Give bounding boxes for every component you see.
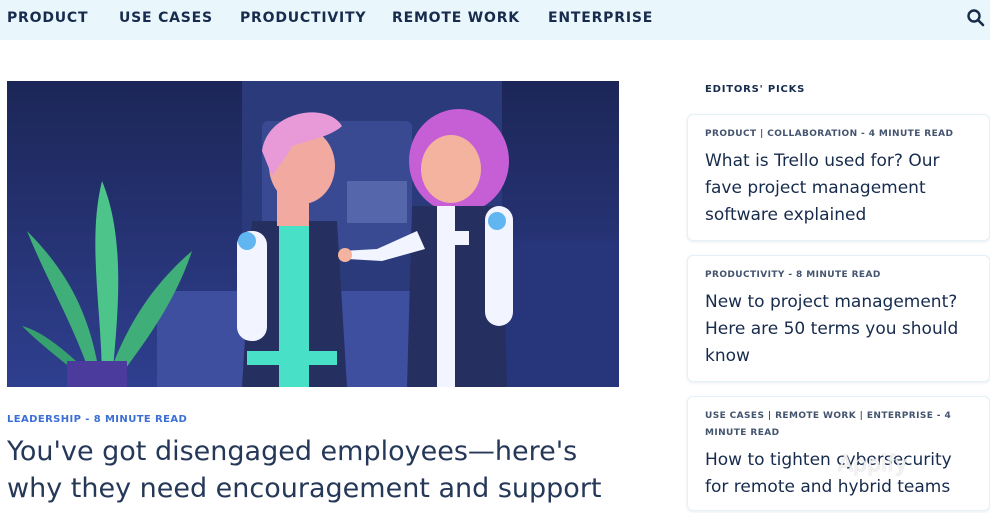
watermark-logo: Appify xyxy=(838,452,908,477)
card-category: USE CASES | REMOTE WORK | ENTERPRISE - 4… xyxy=(705,411,952,438)
nav-enterprise[interactable]: ENTERPRISE xyxy=(548,10,653,26)
nav-product[interactable]: PRODUCT xyxy=(7,10,88,26)
top-nav: PRODUCT USE CASES PRODUCTIVITY REMOTE WO… xyxy=(0,0,990,40)
feature-category: LEADERSHIP - 8 MINUTE READ xyxy=(7,414,188,425)
nav-remote-work[interactable]: REMOTE WORK xyxy=(392,10,520,26)
illustration-coworkers xyxy=(7,81,619,387)
editors-pick-card[interactable]: PRODUCTIVITY - 8 MINUTE READ New to proj… xyxy=(687,255,990,382)
card-title[interactable]: What is Trello used for? Our fave projec… xyxy=(705,148,980,229)
card-title[interactable]: New to project management? Here are 50 t… xyxy=(705,289,980,370)
nav-productivity[interactable]: PRODUCTIVITY xyxy=(240,10,366,26)
feature-title[interactable]: You've got disengaged employees—here's w… xyxy=(7,433,627,507)
search-icon[interactable] xyxy=(966,8,986,28)
editors-picks-heading: EDITORS' PICKS xyxy=(705,84,806,95)
card-category: PRODUCT | COLLABORATION - 4 MINUTE READ xyxy=(705,129,954,139)
nav-use-cases[interactable]: USE CASES xyxy=(119,10,213,26)
editors-pick-card[interactable]: PRODUCT | COLLABORATION - 4 MINUTE READ … xyxy=(687,114,990,241)
card-category: PRODUCTIVITY - 8 MINUTE READ xyxy=(705,270,881,280)
hero-illustration[interactable] xyxy=(7,81,619,387)
